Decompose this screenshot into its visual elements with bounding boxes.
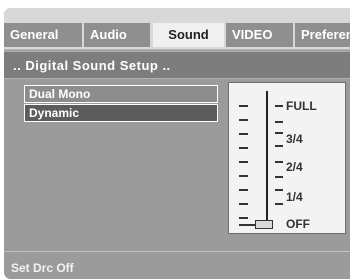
left-tick (239, 161, 248, 163)
dvd-setup-menu: General Audio Sound VIDEO Preferen .. Di… (4, 8, 350, 279)
section-title: .. Digital Sound Setup .. (4, 51, 350, 79)
left-tick (239, 175, 248, 177)
level-label-full: FULL (286, 99, 317, 113)
option-dynamic[interactable]: Dynamic (24, 104, 218, 122)
left-tick (239, 105, 248, 107)
left-tick (239, 133, 248, 135)
tab-bar: General Audio Sound VIDEO Preferen (4, 8, 350, 50)
right-tick (275, 132, 283, 134)
slider-track (266, 91, 268, 225)
tab-audio[interactable]: Audio (84, 23, 150, 47)
right-tick (275, 145, 283, 147)
right-tick (275, 203, 283, 205)
level-label-three-quarter: 3/4 (286, 132, 303, 146)
level-label-half: 2/4 (286, 160, 303, 174)
level-label-quarter: 1/4 (286, 190, 303, 204)
level-label-off: OFF (286, 217, 310, 231)
status-bar: Set Drc Off (4, 251, 350, 279)
left-tick (239, 189, 248, 191)
tab-sound[interactable]: Sound (153, 23, 224, 47)
left-tick (239, 119, 248, 121)
status-text: Set Drc Off (11, 261, 74, 275)
tab-general[interactable]: General (4, 23, 82, 47)
option-list: Dual Mono Dynamic (24, 85, 218, 123)
option-dual-mono[interactable]: Dual Mono (24, 85, 218, 103)
right-tick (275, 161, 283, 163)
drc-level-slider[interactable]: FULL 3/4 2/4 1/4 OFF (228, 82, 346, 234)
right-tick (275, 105, 283, 107)
slider-thumb[interactable] (255, 220, 273, 229)
right-tick (275, 121, 283, 123)
tab-video[interactable]: VIDEO (226, 23, 293, 47)
left-tick (239, 217, 248, 219)
left-tick (239, 203, 248, 205)
left-tick (239, 147, 248, 149)
right-tick (275, 189, 283, 191)
right-tick (275, 176, 283, 178)
tab-preferences[interactable]: Preferen (295, 23, 350, 47)
